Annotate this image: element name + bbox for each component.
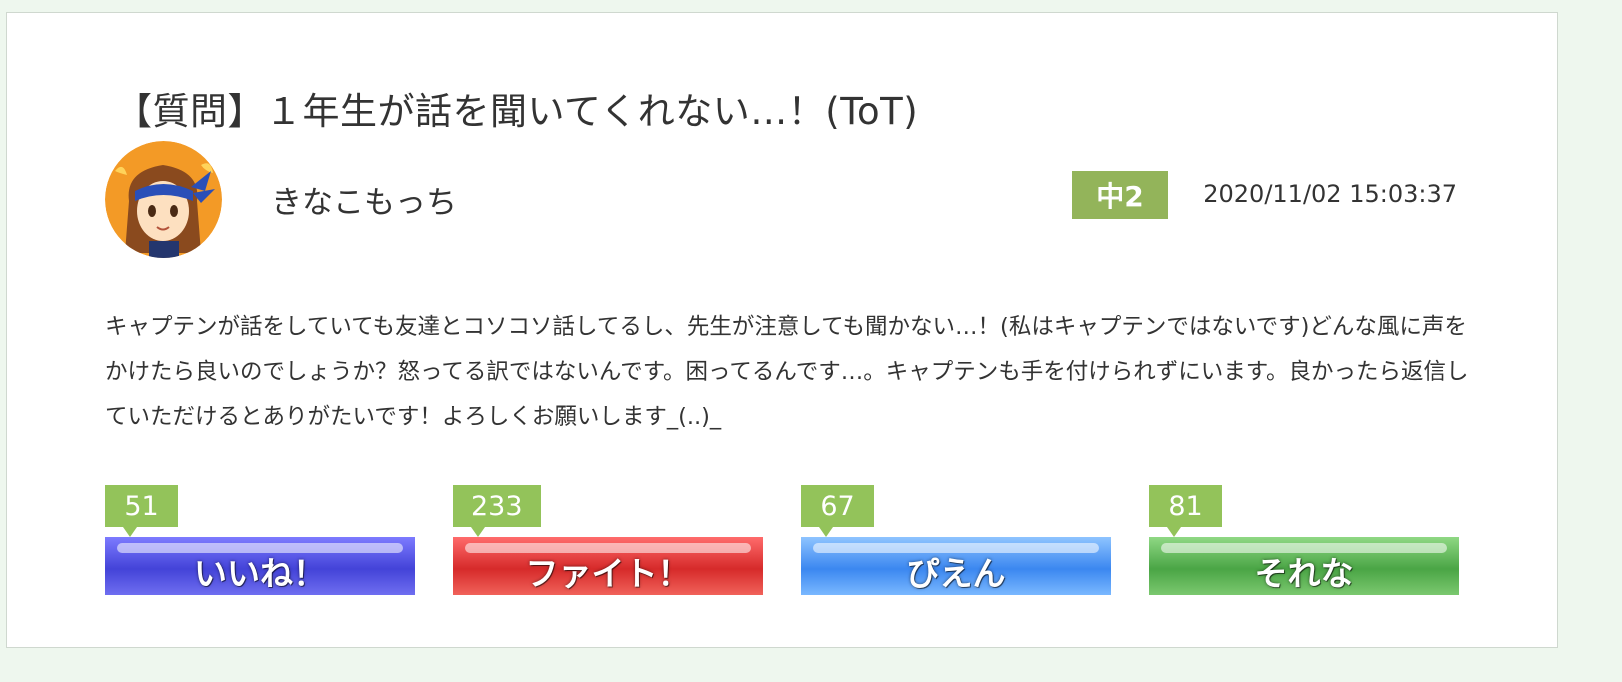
sore-button[interactable]: それな xyxy=(1149,537,1459,595)
fight-button[interactable]: ファイト！ xyxy=(453,537,763,595)
author-name[interactable]: きなこもっち xyxy=(271,177,457,222)
grade-badge: 中2 xyxy=(1072,171,1168,219)
reaction-fight: 233 ファイト！ xyxy=(453,485,763,595)
reaction-like: 51 いいね！ xyxy=(105,485,415,595)
fight-count: 233 xyxy=(453,485,541,537)
reaction-sore: 81 それな xyxy=(1149,485,1459,595)
like-count: 51 xyxy=(105,485,178,537)
pien-button[interactable]: ぴえん xyxy=(801,537,1111,595)
reaction-pien: 67 ぴえん xyxy=(801,485,1111,595)
avatar[interactable] xyxy=(105,141,222,258)
post-title: 【質問】１年生が話を聞いてくれない…！(ToT) xyxy=(115,90,919,133)
like-button[interactable]: いいね！ xyxy=(105,537,415,595)
pien-count: 67 xyxy=(801,485,874,537)
post-body: キャプテンが話をしていても友達とコソコソ話してるし、先生が注意しても聞かない…！… xyxy=(105,314,1469,430)
girl-with-headband-avatar-icon xyxy=(105,141,222,258)
post-datetime: 2020/11/02 15:03:37 xyxy=(1203,180,1457,208)
sore-count: 81 xyxy=(1149,485,1222,537)
post-card: 【質問】１年生が話を聞いてくれない…！(ToT) きなこもっち 中2 2020/… xyxy=(6,12,1558,648)
